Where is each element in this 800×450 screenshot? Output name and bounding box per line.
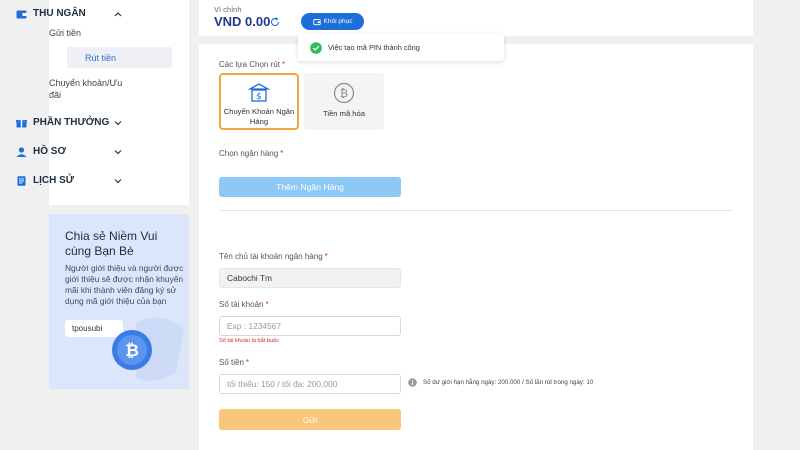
gift-icon — [16, 119, 27, 127]
sidebar-item-transfer[interactable]: Chuyển khoản/Ưu đãi — [49, 77, 124, 101]
account-holder-field: Cabochi Tm — [219, 268, 401, 288]
account-number-input[interactable]: Exp : 1234567 — [219, 316, 401, 336]
restore-button[interactable]: Khôi phục — [301, 13, 364, 30]
sidebar-section-rewards[interactable]: PHẦN THƯỞNG — [16, 117, 124, 128]
wallet-icon — [16, 10, 27, 18]
label-text: Số tiền — [219, 358, 244, 367]
account-holder-label: Tên chủ tài khoản ngân hàng * — [219, 252, 328, 261]
add-bank-button[interactable]: Thêm Ngân Hàng — [219, 177, 401, 197]
chevron-down-icon[interactable] — [112, 175, 124, 187]
option-label: Tiền mã hóa — [323, 109, 365, 118]
wallet-bar — [199, 0, 753, 36]
bank-icon: $ — [248, 83, 270, 102]
wallet-label: Ví chính — [214, 5, 242, 14]
form-divider — [219, 210, 733, 211]
check-circle-icon — [310, 41, 322, 54]
svg-text:₿: ₿ — [125, 341, 139, 361]
success-toast: Việc tạo mã PIN thành công — [298, 34, 504, 61]
required-mark: * — [280, 149, 284, 158]
chevron-up-icon[interactable] — [112, 8, 124, 20]
amount-label: Số tiền * — [219, 358, 249, 367]
sidebar-section-label: HỒ SƠ — [33, 146, 66, 157]
wallet-balance: VND 0.00 — [214, 14, 271, 29]
sidebar-item-withdraw[interactable]: Rút tiền — [67, 47, 172, 68]
account-number-label: Số tài khoản * — [219, 300, 269, 309]
required-mark: * — [245, 358, 250, 367]
required-mark: * — [281, 60, 286, 69]
user-icon — [16, 146, 27, 157]
required-mark: * — [265, 300, 269, 309]
svg-text:$: $ — [256, 92, 262, 102]
account-number-error: Số tài khoản là bắt buộc — [219, 338, 280, 344]
label-text: Số tài khoản — [219, 300, 264, 309]
withdraw-options-label: Các lựa Chọn rút * — [219, 60, 285, 69]
sidebar-section-history[interactable]: LỊCH SỬ — [16, 175, 124, 186]
label-text: Chọn ngân hàng — [219, 149, 279, 158]
sidebar-section-label: THU NGÂN — [33, 8, 86, 19]
referral-description: Người giới thiệu và người được giới thiệ… — [65, 263, 184, 306]
amount-input[interactable]: tối thiểu: 150 / tối đa: 200,000 — [219, 374, 401, 394]
label-text: Các lựa Chọn rút — [219, 60, 280, 69]
refresh-icon[interactable] — [270, 17, 280, 27]
chevron-down-icon[interactable] — [112, 146, 124, 158]
submit-button[interactable]: Gửi — [219, 409, 401, 430]
sidebar-item-deposit[interactable]: Gửi tiền — [49, 27, 81, 39]
option-bank-transfer[interactable]: $ Chuyển Khoản Ngân Hàng — [219, 73, 299, 130]
referral-title: Chia sẻ Niềm Vui cùng Bạn Bè — [65, 229, 158, 258]
sidebar-section-profile[interactable]: HỒ SƠ — [16, 146, 124, 157]
info-icon — [408, 378, 417, 387]
required-mark: * — [324, 252, 328, 261]
page: THU NGÂN Gửi tiền Rút tiền Chuyển khoản/… — [0, 0, 800, 450]
document-icon — [17, 175, 26, 186]
svg-text:₿: ₿ — [340, 87, 348, 100]
toast-message: Việc tạo mã PIN thành công — [328, 43, 420, 52]
limit-info: Số dư giới hạn hằng ngày: 200.000 / Số l… — [423, 379, 594, 386]
sidebar-section-cashier[interactable]: THU NGÂN — [16, 8, 124, 19]
bank-select-label: Chọn ngân hàng * — [219, 149, 283, 158]
crypto-coin-illustration: ₿ — [112, 317, 184, 381]
label-text: Tên chủ tài khoản ngân hàng — [219, 252, 323, 261]
chevron-down-icon[interactable] — [112, 117, 124, 129]
restore-button-label: Khôi phục — [323, 18, 353, 25]
sidebar-section-label: PHẦN THƯỞNG — [33, 117, 110, 128]
option-label: Chuyển Khoản Ngân Hàng — [223, 107, 295, 126]
option-crypto[interactable]: ₿ Tiền mã hóa — [304, 73, 384, 130]
crypto-icon: ₿ — [333, 82, 355, 104]
sidebar-section-label: LỊCH SỬ — [33, 175, 75, 186]
wallet-restore-icon — [312, 18, 321, 25]
